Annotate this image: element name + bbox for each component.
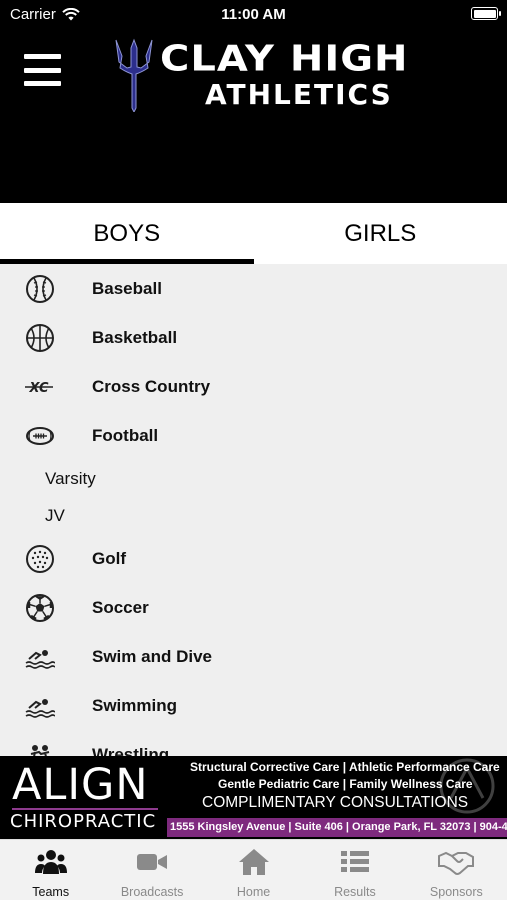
tabbar-broadcasts[interactable]: Broadcasts [101,840,202,900]
sport-row-swim-and-dive[interactable]: Swim and Dive [0,632,507,681]
clock: 11:00 AM [221,6,286,23]
swimmer-icon [25,698,55,718]
ad-line-3: COMPLIMENTARY CONSULTATIONS [202,794,469,811]
sport-row-wrestling[interactable]: Wrestling [0,730,507,756]
tabbar-home[interactable]: Home [203,840,304,900]
sport-row-soccer[interactable]: Soccer [0,583,507,632]
sport-row-basketball[interactable]: Basketball [0,313,507,362]
sport-label: Basketball [92,327,178,347]
cross-country-icon: XC [25,381,53,396]
people-icon [34,850,67,874]
video-camera-icon [137,854,168,870]
ad-line-4: 1555 Kingsley Avenue | Suite 406 | Orang… [167,818,507,837]
tabbar-label: Teams [32,885,70,899]
sport-row-swimming[interactable]: Swimming [0,681,507,730]
sport-label: Cross Country [92,376,211,396]
basketball-icon [26,323,54,352]
ad-brand: ALIGN [12,760,149,810]
sport-row-golf[interactable]: Golf [0,534,507,583]
sports-list: Baseball Basketball XC Cross Country Foo… [0,264,507,756]
tab-boys[interactable]: BOYS [0,203,254,264]
status-bar: Carrier 11:00 AM [0,0,507,30]
football-sub-varsity[interactable]: Varsity [0,460,507,497]
football-icon [26,426,54,445]
logo-subtitle: ATHLETICS [205,78,393,111]
tabbar-results[interactable]: Results [304,840,405,900]
golf-icon [26,544,54,573]
logo-title: CLAY HIGH [160,38,409,80]
tabbar-label: Sponsors [429,885,483,899]
swimmer-icon [25,649,55,669]
sport-row-football[interactable]: Football [0,411,507,460]
wrestling-icon [30,744,50,756]
sport-row-cross-country[interactable]: XC Cross Country [0,362,507,411]
svg-text:XC: XC [28,381,49,396]
tabbar-label: Home [236,885,271,899]
sport-label: Wrestling [92,744,170,757]
ad-brand-divider [12,808,158,810]
gender-tabs: BOYS GIRLS [0,203,507,264]
ad-brand-subtitle: CHIROPRACTIC [10,811,157,832]
list-icon [340,851,369,872]
sport-label: Football [92,425,159,445]
trident-logo-icon [115,38,153,112]
sport-label: Swimming [92,695,178,715]
menu-icon[interactable] [24,54,61,86]
soccer-icon [26,593,54,622]
watermark-logo-icon [439,758,495,814]
bottom-tab-bar: Teams Broadcasts Home Results Sponsors [0,839,507,900]
sponsor-ad-banner[interactable]: ALIGN CHIROPRACTIC Structural Corrective… [0,756,507,839]
tab-girls[interactable]: GIRLS [254,203,507,264]
sport-row-baseball[interactable]: Baseball [0,264,507,313]
sport-label: Soccer [92,597,149,617]
baseball-icon [26,274,54,303]
football-sub-jv[interactable]: JV [0,497,507,534]
handshake-icon [438,851,475,875]
tabbar-teams[interactable]: Teams [0,840,101,900]
tabbar-label: Broadcasts [120,885,184,899]
sport-label: Swim and Dive [92,646,212,666]
app-header: CLAY HIGH ATHLETICS [0,30,507,203]
tabbar-sponsors[interactable]: Sponsors [406,840,507,900]
sport-label: Baseball [92,278,162,298]
battery-icon [471,7,501,20]
ad-line-2: Gentle Pediatric Care | Family Wellness … [218,777,473,791]
sport-label: Golf [92,548,126,568]
tabbar-label: Results [334,885,376,899]
home-icon [238,849,269,875]
